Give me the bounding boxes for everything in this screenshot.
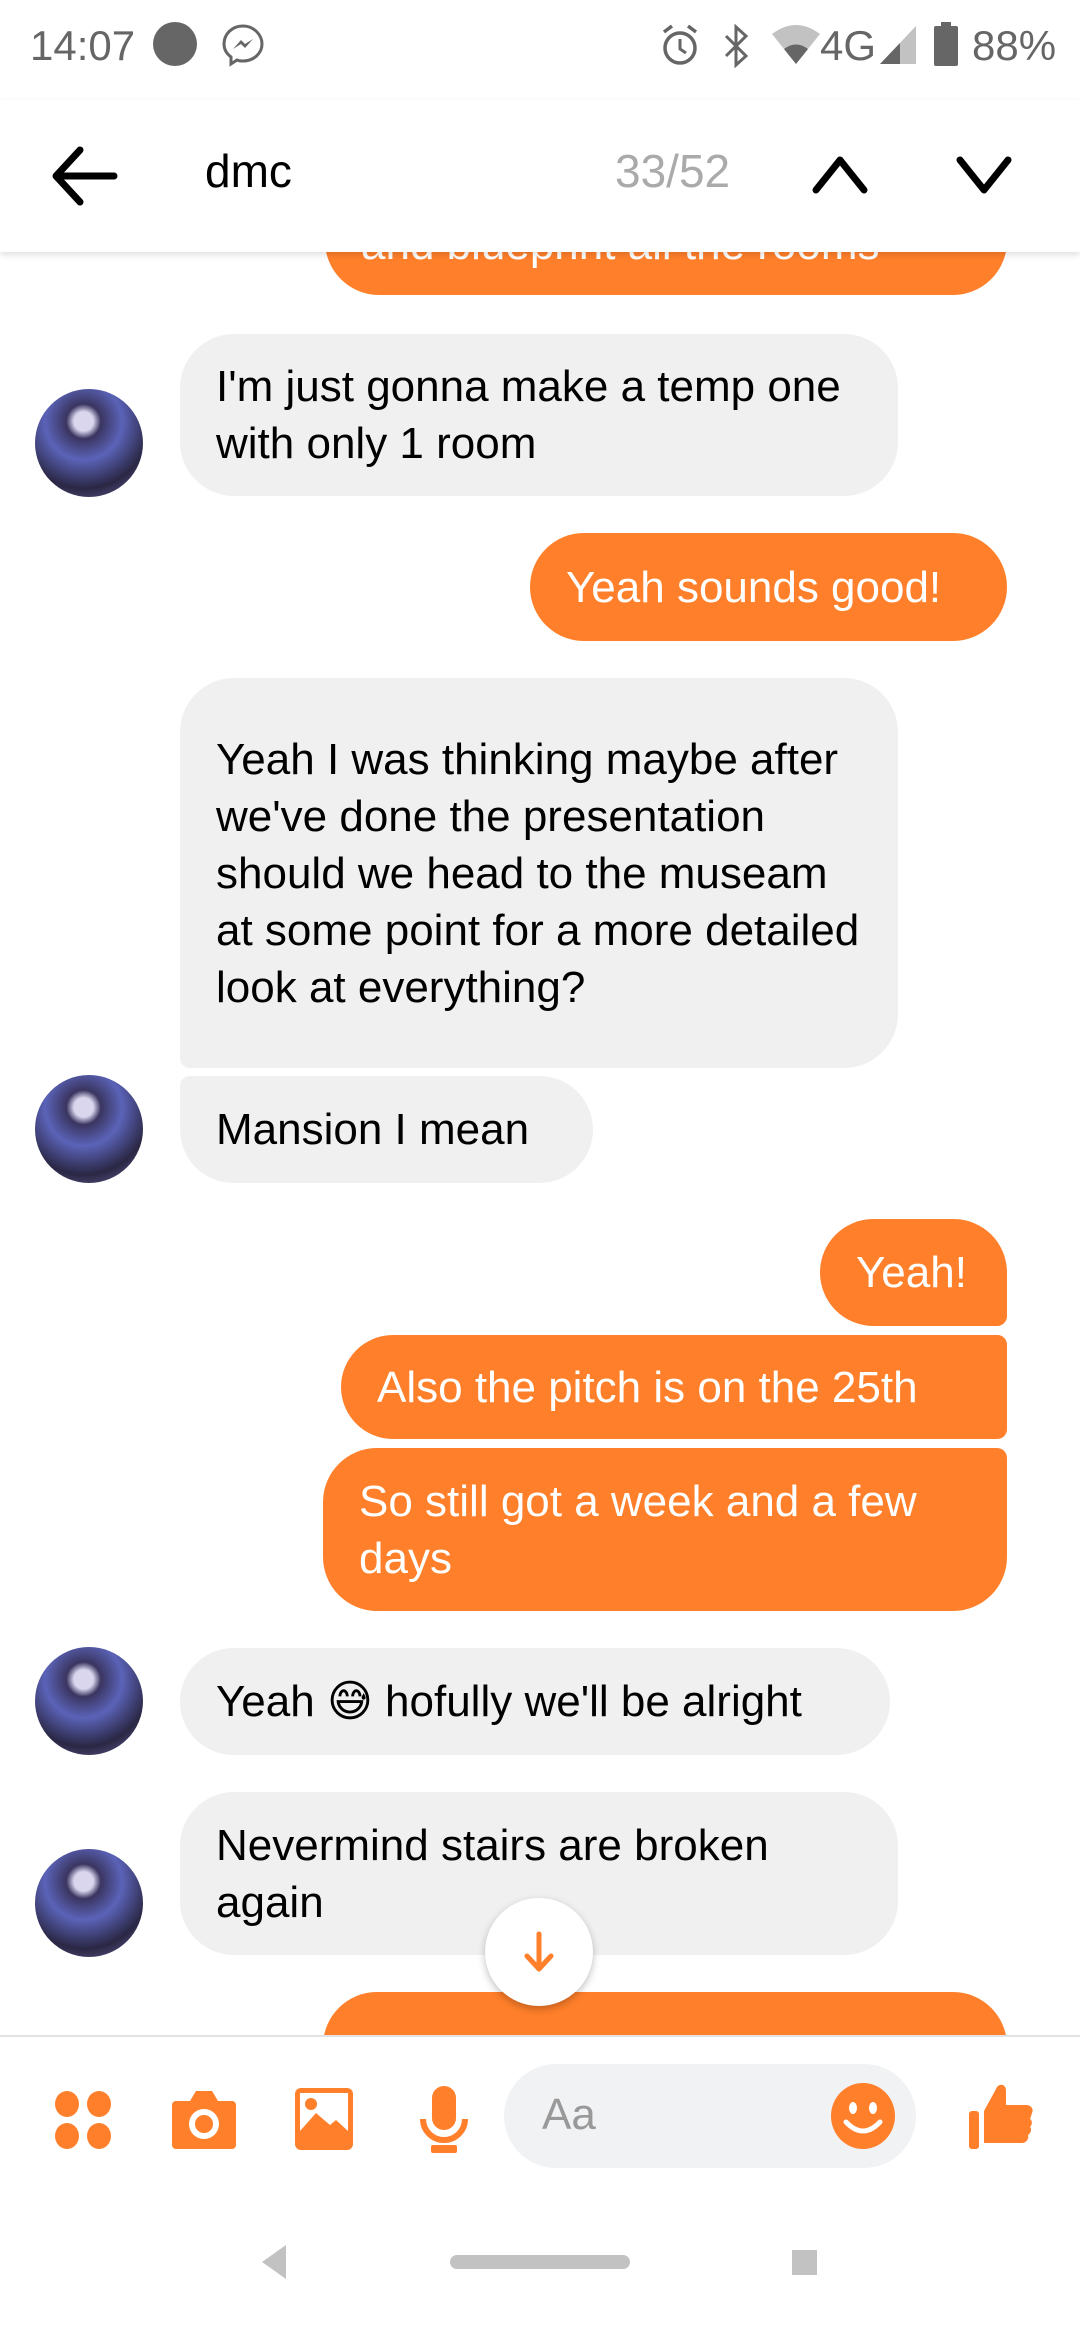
more-apps-icon[interactable] bbox=[54, 2091, 112, 2149]
avatar[interactable] bbox=[35, 389, 143, 497]
scroll-to-bottom-button[interactable] bbox=[485, 1898, 593, 2006]
nav-recents-icon[interactable] bbox=[792, 2250, 817, 2275]
avatar[interactable] bbox=[35, 1075, 143, 1183]
message-bubble-received[interactable]: Mansion I mean bbox=[180, 1076, 593, 1183]
message-bubble-received[interactable]: I'm just gonna make a temp one with only… bbox=[180, 334, 898, 496]
back-arrow-icon[interactable] bbox=[48, 140, 120, 212]
message-text: Yeah I was thinking maybe after we've do… bbox=[216, 734, 860, 1012]
alarm-icon bbox=[662, 24, 698, 65]
message-bubble-sent[interactable]: Yeah! bbox=[820, 1219, 1007, 1326]
wifi-icon bbox=[772, 25, 820, 64]
dot-icon bbox=[153, 22, 197, 66]
message-text: Yeah 😅 hofully we'll be alright bbox=[216, 1677, 802, 1726]
thumbs-up-icon[interactable] bbox=[968, 2081, 1034, 2151]
avatar[interactable] bbox=[35, 1849, 143, 1957]
status-time: 14:07 bbox=[30, 22, 136, 69]
nav-home-pill[interactable] bbox=[450, 2255, 630, 2269]
message-text: So still got a week and a few days bbox=[359, 1476, 917, 1583]
chevron-up-icon[interactable] bbox=[810, 150, 870, 200]
signal-icon bbox=[880, 26, 916, 64]
nav-back-icon[interactable] bbox=[262, 2245, 288, 2279]
messenger-icon bbox=[222, 24, 264, 67]
message-bubble-sent[interactable]: Also the pitch is on the 25th bbox=[341, 1335, 1007, 1439]
message-bubble-received[interactable]: Yeah I was thinking maybe after we've do… bbox=[180, 678, 898, 1068]
battery-icon bbox=[934, 22, 958, 66]
search-result-counter: 33/52 bbox=[615, 145, 731, 197]
message-text: and blueprint all the rooms bbox=[361, 252, 880, 273]
network-type: 4G bbox=[820, 22, 877, 69]
message-bubble-sent-partial[interactable] bbox=[323, 1992, 1007, 2035]
gallery-icon[interactable] bbox=[294, 2087, 354, 2151]
message-text: Yeah! bbox=[856, 1248, 967, 1297]
message-bubble-received[interactable]: Yeah 😅 hofully we'll be alright bbox=[180, 1648, 890, 1755]
chevron-down-icon[interactable] bbox=[954, 150, 1014, 200]
message-bubble-sent[interactable]: and blueprint all the rooms bbox=[325, 252, 1007, 295]
emoji-icon[interactable] bbox=[830, 2082, 896, 2150]
message-input-placeholder: Aa bbox=[542, 2090, 596, 2139]
status-bar: 14:07 4G 88% bbox=[0, 0, 1080, 100]
microphone-icon[interactable] bbox=[418, 2085, 470, 2155]
avatar[interactable] bbox=[35, 1647, 143, 1755]
message-bubble-sent[interactable]: Yeah sounds good! bbox=[530, 533, 1007, 641]
message-text: Also the pitch is on the 25th bbox=[377, 1362, 918, 1412]
message-bubble-sent[interactable]: So still got a week and a few days bbox=[323, 1448, 1007, 1611]
system-navigation-bar bbox=[0, 2195, 1080, 2340]
message-text: Yeah sounds good! bbox=[566, 562, 942, 612]
message-text: I'm just gonna make a temp one with only… bbox=[216, 362, 841, 468]
arrow-down-icon bbox=[524, 1931, 554, 1972]
battery-level: 88% bbox=[972, 22, 1057, 69]
message-input[interactable]: Aa bbox=[504, 2064, 916, 2168]
search-query[interactable]: dmc bbox=[205, 144, 292, 198]
bluetooth-icon bbox=[724, 24, 749, 68]
camera-icon[interactable] bbox=[170, 2087, 238, 2151]
message-composer: Aa bbox=[0, 2035, 1080, 2197]
search-header: dmc 33/52 bbox=[0, 100, 1080, 252]
message-list: and blueprint all the rooms I'm just gon… bbox=[0, 252, 1080, 2035]
message-text: Mansion I mean bbox=[216, 1105, 530, 1154]
